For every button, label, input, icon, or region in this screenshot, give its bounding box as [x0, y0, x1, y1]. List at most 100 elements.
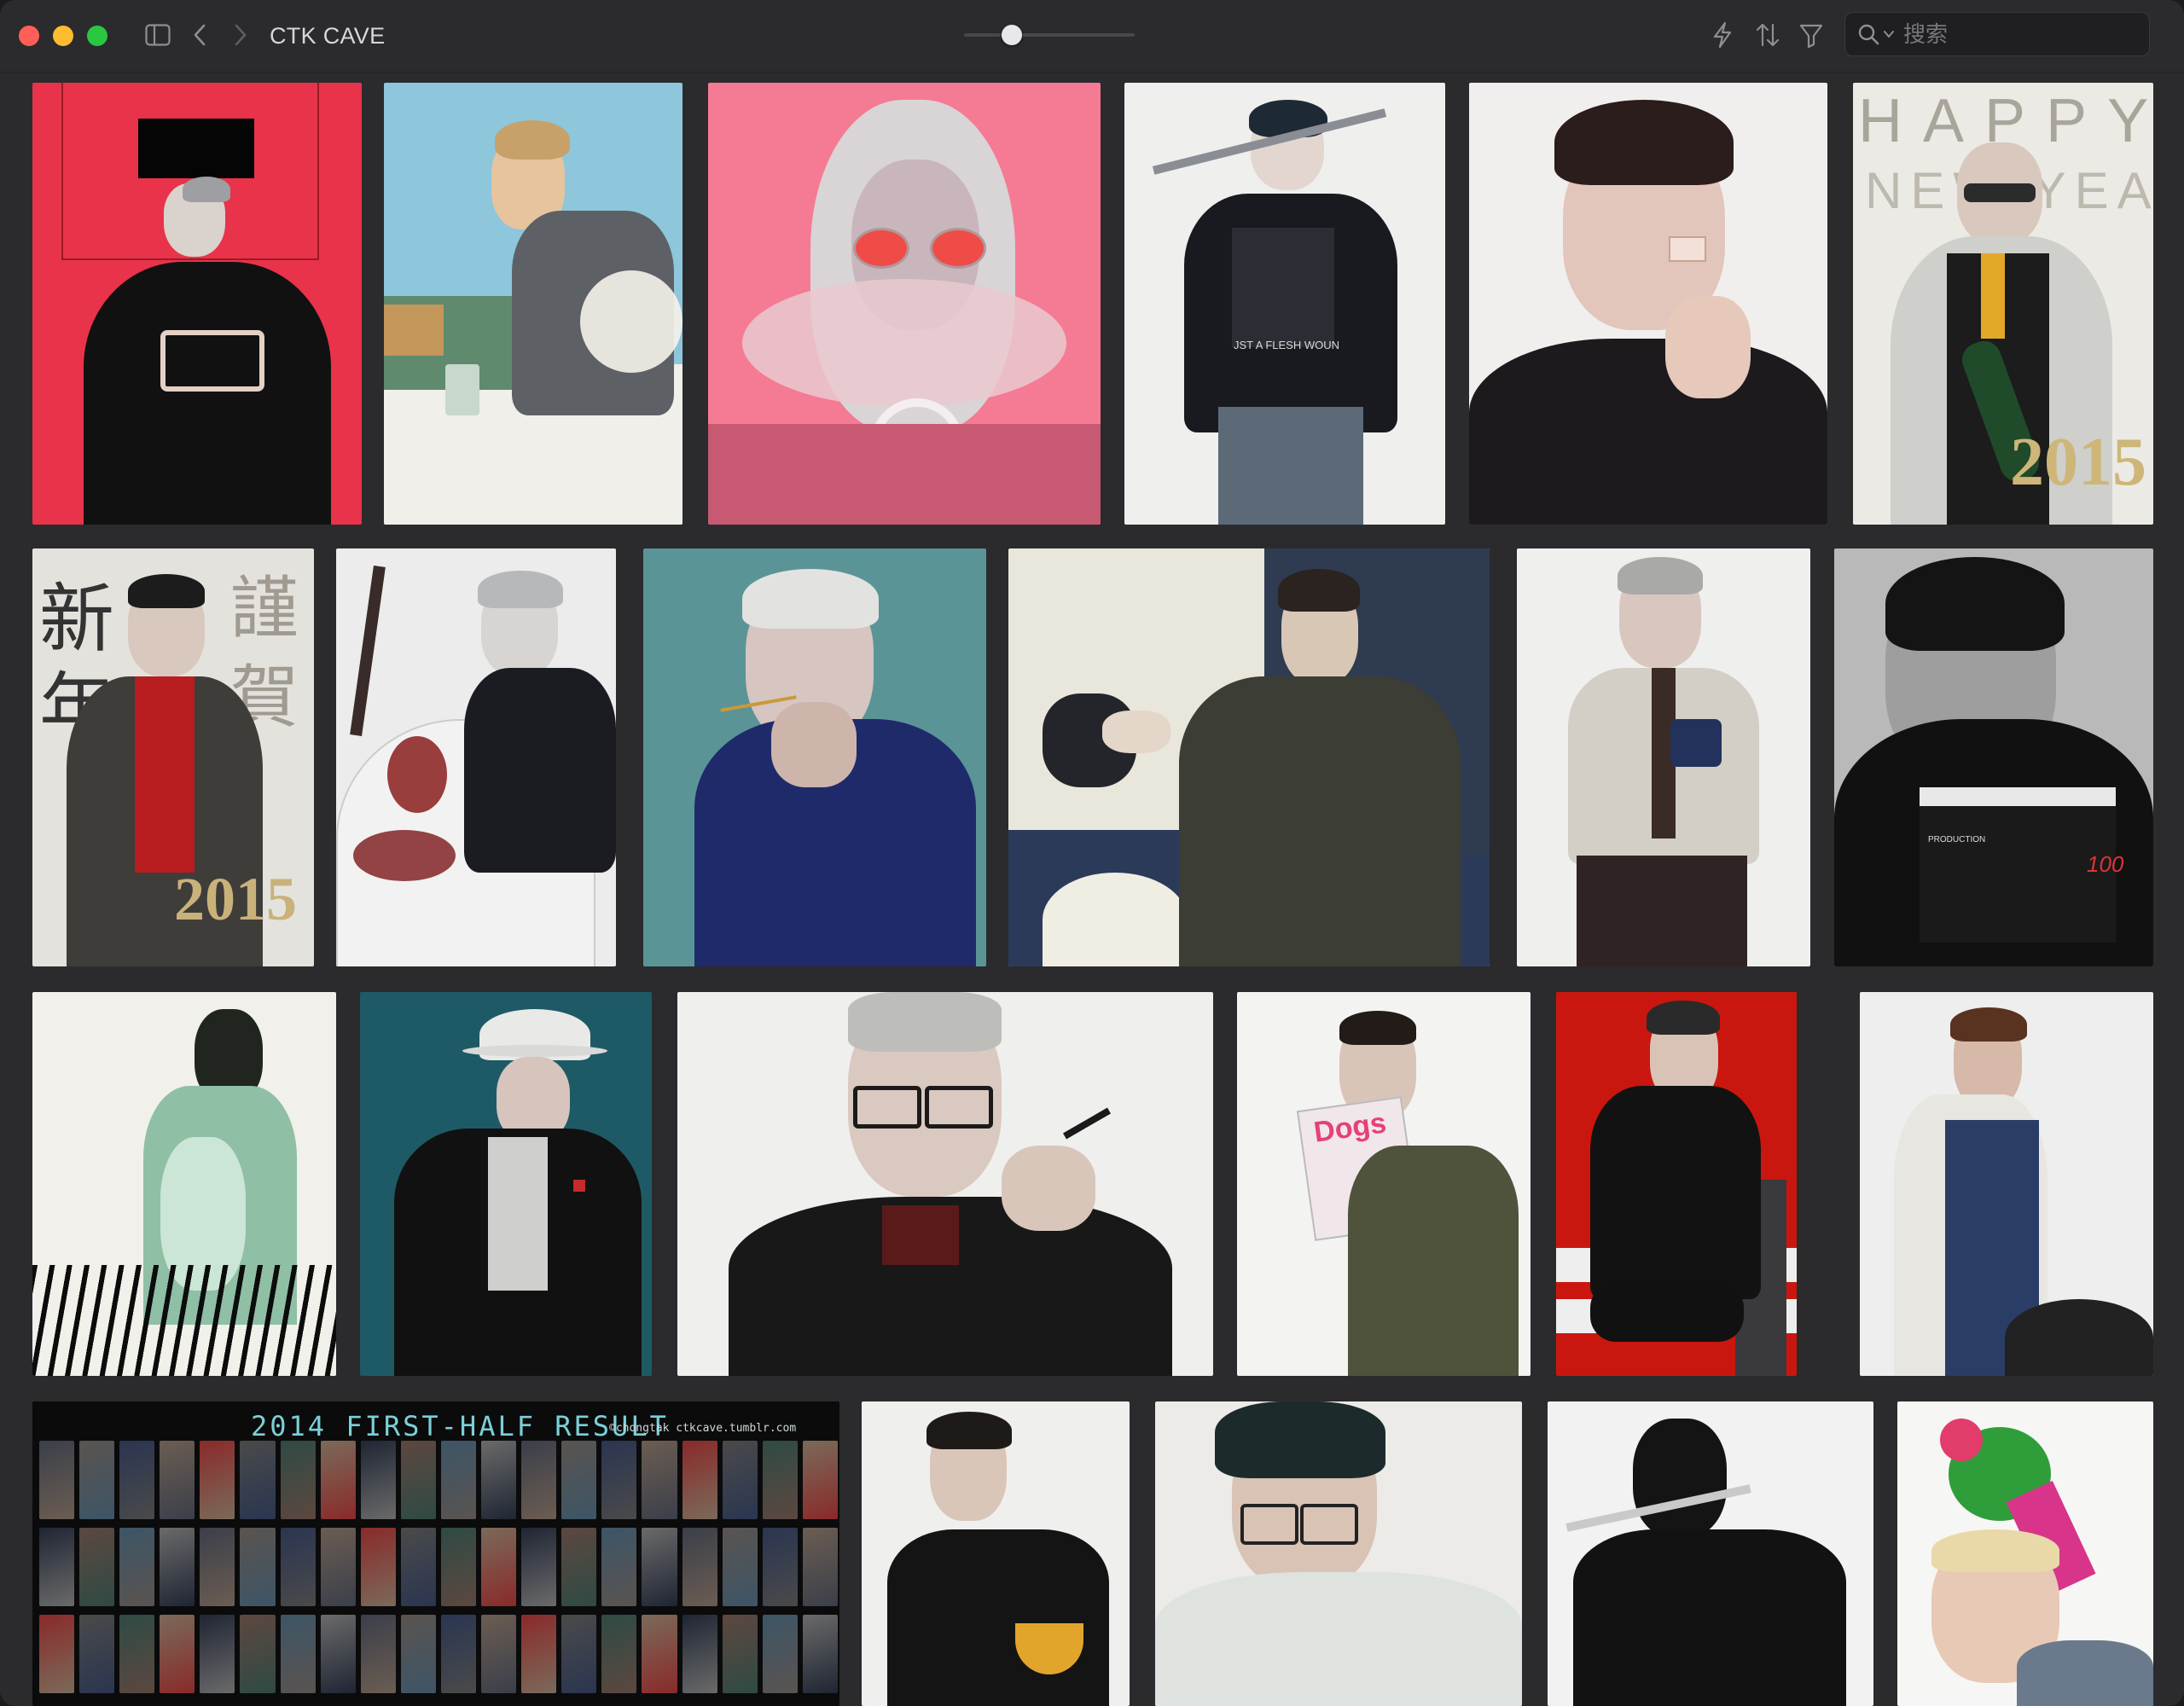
collage-cell — [481, 1528, 517, 1606]
collage-cell — [802, 1615, 838, 1693]
collage-credit: ©chongtak ctkcave.tumblr.com — [609, 1422, 797, 1435]
collage-cell — [79, 1615, 115, 1693]
collage-cell — [360, 1615, 396, 1693]
collage-cell — [762, 1615, 798, 1693]
toolbar: CTK CAVE — [0, 0, 2184, 73]
collage-cell — [802, 1528, 838, 1606]
collage-cell — [360, 1441, 396, 1519]
collage-cell — [601, 1615, 637, 1693]
collage-cell — [642, 1615, 677, 1693]
tile-text: 謹 — [230, 569, 299, 648]
minimize-window-button[interactable] — [53, 26, 73, 46]
search-input[interactable] — [1902, 18, 2135, 52]
gallery-thumbnail[interactable] — [708, 83, 1101, 525]
collage-cell — [79, 1528, 115, 1606]
chevron-down-icon[interactable] — [1883, 28, 1895, 40]
chevron-left-icon[interactable] — [191, 22, 208, 48]
collage-cell — [79, 1441, 115, 1519]
collage-cell — [39, 1528, 75, 1606]
close-window-button[interactable] — [19, 26, 39, 46]
bolt-icon[interactable] — [1710, 20, 1735, 49]
gallery-thumbnail[interactable]: JST A FLESH WOUN — [1124, 83, 1445, 525]
gallery-thumbnail[interactable] — [1860, 992, 2153, 1376]
collage-cell — [561, 1528, 597, 1606]
collage-grid — [39, 1441, 838, 1706]
collage-cell — [119, 1528, 155, 1606]
window-title: CTK CAVE — [270, 23, 386, 49]
gallery-thumbnail[interactable] — [336, 548, 616, 966]
collage-cell — [722, 1615, 758, 1693]
gallery-thumbnail[interactable] — [32, 992, 336, 1376]
zoom-slider-thumb[interactable] — [1002, 25, 1022, 45]
gallery-thumbnail[interactable] — [1008, 548, 1490, 966]
collage-cell — [160, 1615, 195, 1693]
gallery-thumbnail[interactable]: 100 PRODUCTION — [1834, 548, 2153, 966]
collage-cell — [320, 1441, 356, 1519]
collage-cell — [561, 1441, 597, 1519]
collage-cell — [642, 1441, 677, 1519]
collage-cell — [400, 1441, 436, 1519]
gallery-thumbnail-collage[interactable]: 2014 FIRST-HALF RESULT ©chongtak ctkcave… — [32, 1401, 839, 1706]
gallery-thumbnail[interactable] — [677, 992, 1213, 1376]
tile-text: 100 — [2087, 851, 2124, 877]
tile-text: 2015 — [174, 865, 297, 933]
collage-cell — [280, 1528, 316, 1606]
gallery-thumbnail[interactable]: Dogs — [1237, 992, 1531, 1376]
gallery-thumbnail[interactable] — [1469, 83, 1827, 525]
collage-cell — [240, 1441, 276, 1519]
collage-cell — [481, 1441, 517, 1519]
collage-cell — [119, 1441, 155, 1519]
search-box[interactable] — [1844, 12, 2150, 56]
collage-cell — [240, 1615, 276, 1693]
collage-cell — [601, 1441, 637, 1519]
collage-cell — [400, 1615, 436, 1693]
gallery-thumbnail[interactable] — [643, 548, 986, 966]
collage-cell — [521, 1441, 557, 1519]
collage-cell — [240, 1528, 276, 1606]
collage-cell — [642, 1528, 677, 1606]
filter-icon[interactable] — [1798, 20, 1824, 49]
app-window: CTK CAVE 搜索 JST A FLESH WOUN HAPPY NEW Y… — [0, 0, 2184, 1706]
gallery-thumbnail[interactable]: HAPPY NEW YEAR 2015 — [1853, 83, 2153, 525]
collage-cell — [481, 1615, 517, 1693]
gallery-thumbnail[interactable] — [384, 83, 682, 525]
collage-cell — [280, 1441, 316, 1519]
zoom-slider[interactable] — [964, 25, 1135, 45]
collage-cell — [440, 1441, 477, 1519]
collage-cell — [320, 1528, 356, 1606]
collage-cell — [762, 1441, 798, 1519]
sort-icon[interactable] — [1754, 20, 1781, 49]
collage-cell — [521, 1615, 557, 1693]
sidebar-toggle-icon[interactable] — [145, 24, 171, 46]
collage-title: 2014 FIRST-HALF RESULT — [251, 1410, 669, 1442]
collage-cell — [160, 1441, 195, 1519]
gallery-thumbnail[interactable] — [32, 83, 362, 525]
collage-cell — [802, 1441, 838, 1519]
gallery-thumbnail[interactable] — [1556, 992, 1797, 1376]
gallery-thumbnail[interactable] — [1517, 548, 1810, 966]
collage-cell — [440, 1615, 477, 1693]
zoom-slider-track[interactable] — [964, 33, 1135, 37]
search-icon — [1858, 24, 1879, 45]
chevron-right-icon[interactable] — [232, 22, 249, 48]
collage-cell — [200, 1615, 235, 1693]
collage-cell — [521, 1528, 557, 1606]
collage-cell — [722, 1528, 758, 1606]
collage-cell — [160, 1528, 195, 1606]
gallery-thumbnail[interactable] — [1155, 1401, 1522, 1706]
gallery-thumbnail[interactable] — [1897, 1401, 2153, 1706]
collage-cell — [39, 1441, 75, 1519]
gallery-thumbnail[interactable] — [360, 992, 652, 1376]
gallery-thumbnail[interactable] — [862, 1401, 1130, 1706]
gallery-thumbnail[interactable]: 新 年 謹 賀 2015 — [32, 548, 314, 966]
gallery-thumbnail[interactable] — [1548, 1401, 1873, 1706]
collage-cell — [682, 1441, 717, 1519]
collage-cell — [561, 1615, 597, 1693]
collage-cell — [762, 1528, 798, 1606]
collage-cell — [682, 1615, 717, 1693]
collage-cell — [119, 1615, 155, 1693]
collage-cell — [682, 1528, 717, 1606]
maximize-window-button[interactable] — [87, 26, 107, 46]
collage-cell — [320, 1615, 356, 1693]
collage-cell — [601, 1528, 637, 1606]
